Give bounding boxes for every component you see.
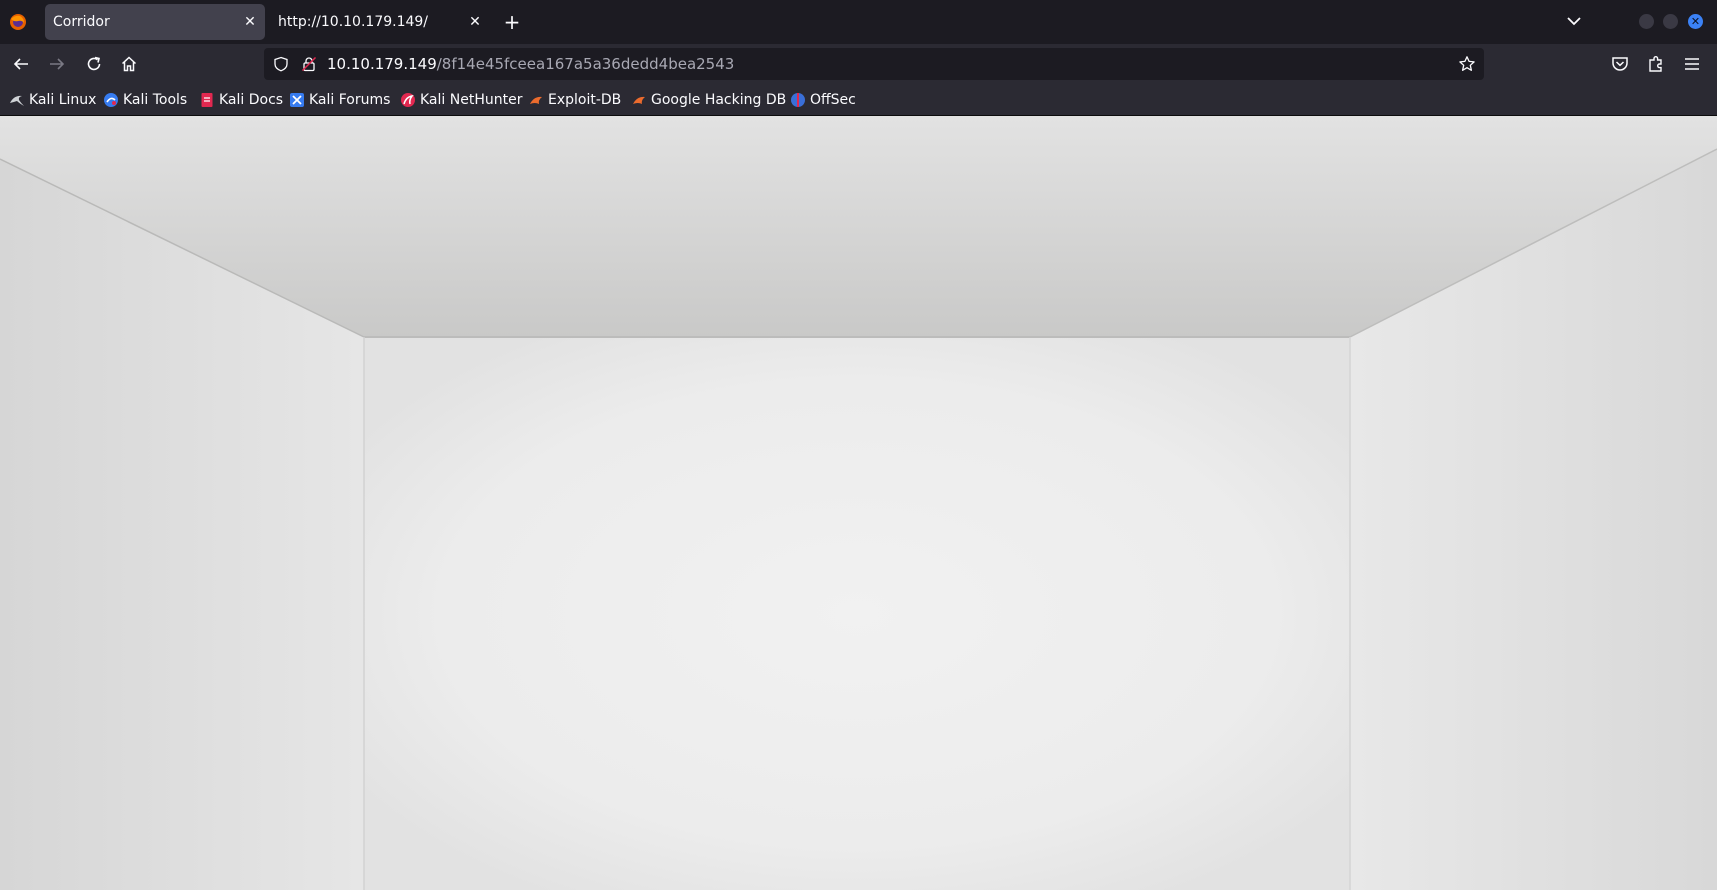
tab-close-icon[interactable]: ✕ xyxy=(466,13,484,31)
bookmarks-toolbar: Kali Linux Kali Tools Kali Docs Kali For… xyxy=(0,84,1717,116)
home-icon[interactable] xyxy=(117,52,141,76)
tab-title: Corridor xyxy=(53,14,110,30)
bookmark-kali-linux[interactable]: Kali Linux xyxy=(9,84,96,115)
bookmark-kali-forums[interactable]: Kali Forums xyxy=(289,84,390,115)
exploit-db-icon xyxy=(530,96,542,104)
kali-forums-icon xyxy=(290,92,304,107)
kali-tools-icon xyxy=(104,92,118,107)
bookmark-label: Kali Tools xyxy=(123,91,188,108)
nethunter-icon xyxy=(401,92,415,107)
tab-title: http://10.10.179.149/ xyxy=(278,14,429,30)
tab-strip: Corridor ✕ http://10.10.179.149/ ✕ + ✕ xyxy=(0,0,1717,44)
bookmark-star-icon[interactable] xyxy=(1458,55,1476,73)
forward-arrow-icon[interactable] xyxy=(45,52,69,76)
close-window-button[interactable]: ✕ xyxy=(1688,14,1703,29)
bookmark-label: Kali Forums xyxy=(309,91,391,108)
offsec-icon xyxy=(791,92,805,107)
extensions-puzzle-icon[interactable] xyxy=(1646,54,1666,74)
firefox-logo-icon xyxy=(10,14,26,30)
navigation-toolbar: 10.10.179.149/8f14e45fceea167a5a36dedd4b… xyxy=(0,44,1717,84)
tab-ip-address[interactable]: http://10.10.179.149/ ✕ xyxy=(270,4,490,40)
bookmark-exploit-db[interactable]: Exploit-DB xyxy=(528,84,621,115)
bookmark-label: Kali NetHunter xyxy=(420,91,523,108)
insecure-lock-icon[interactable] xyxy=(301,56,317,72)
hamburger-menu-icon[interactable] xyxy=(1682,54,1702,74)
kali-docs-icon xyxy=(201,92,213,107)
bookmark-offsec[interactable]: OffSec xyxy=(790,84,856,115)
url-path: /8f14e45fceea167a5a36dedd4bea2543 xyxy=(436,55,735,73)
tracking-shield-icon[interactable] xyxy=(273,56,289,72)
browser-window: Corridor ✕ http://10.10.179.149/ ✕ + ✕ 1… xyxy=(0,0,1717,890)
reload-icon[interactable] xyxy=(82,52,106,76)
address-bar[interactable]: 10.10.179.149/8f14e45fceea167a5a36dedd4b… xyxy=(264,48,1484,80)
kali-dragon-icon xyxy=(10,95,24,106)
chevron-down-icon[interactable] xyxy=(1565,12,1583,30)
back-wall xyxy=(364,337,1350,890)
new-tab-plus-icon[interactable]: + xyxy=(500,10,524,34)
maximize-window-button[interactable] xyxy=(1663,14,1678,29)
bookmark-label: Kali Linux xyxy=(29,91,97,108)
tab-close-icon[interactable]: ✕ xyxy=(241,13,259,31)
minimize-window-button[interactable] xyxy=(1639,14,1654,29)
back-arrow-icon[interactable] xyxy=(9,52,33,76)
ghdb-icon xyxy=(633,96,645,104)
bookmark-kali-nethunter[interactable]: Kali NetHunter xyxy=(400,84,522,115)
bookmark-label: OffSec xyxy=(810,91,856,108)
bookmark-google-hacking-db[interactable]: Google Hacking DB xyxy=(631,84,786,115)
bookmark-label: Exploit-DB xyxy=(548,91,622,108)
bookmark-label: Google Hacking DB xyxy=(651,91,787,108)
bookmark-label: Kali Docs xyxy=(219,91,284,108)
page-content[interactable] xyxy=(0,116,1717,890)
tab-corridor[interactable]: Corridor ✕ xyxy=(45,4,265,40)
url-text[interactable]: 10.10.179.149/8f14e45fceea167a5a36dedd4b… xyxy=(327,48,734,80)
url-host: 10.10.179.149 xyxy=(327,55,437,73)
pocket-icon[interactable] xyxy=(1610,54,1630,74)
white-room-scene[interactable] xyxy=(0,116,1717,890)
bookmark-kali-docs[interactable]: Kali Docs xyxy=(199,84,283,115)
bookmark-kali-tools[interactable]: Kali Tools xyxy=(103,84,187,115)
